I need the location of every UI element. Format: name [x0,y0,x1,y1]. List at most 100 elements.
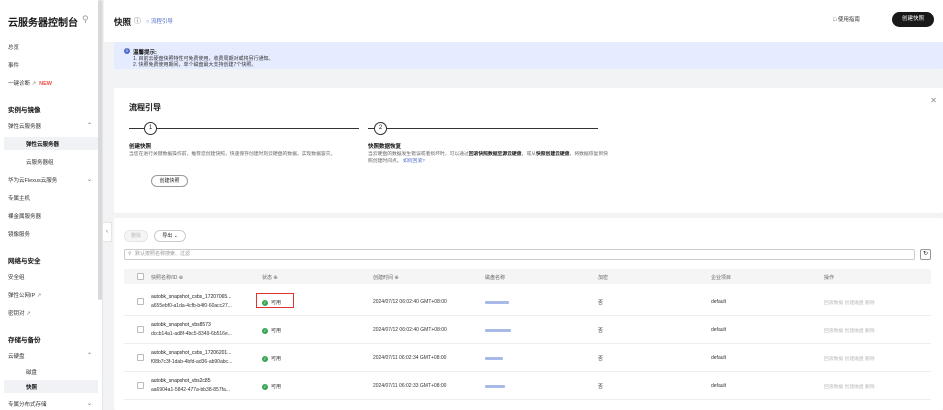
usage-guide-button[interactable]: □ 使用指南 [833,15,860,23]
row-actions[interactable]: 回滚数据 创建磁盘 删除 [824,327,875,334]
guide-create-snapshot-button[interactable]: 创建快照 [151,175,188,187]
step1-title: 创建快照 [129,144,152,150]
chevron-up-icon[interactable]: ⌃ [87,352,92,359]
step-line [129,128,359,129]
sort-icon: ⊕ [394,275,399,281]
guide-title: 流程引导 [129,103,161,112]
rollback-help-link[interactable]: 如何回滚? [403,159,425,164]
snapshot-name[interactable]: autobk_snapshot_vbs8573 [151,322,211,328]
sidebar-item-events[interactable]: 事件 [8,61,19,69]
sidebar-item-snapshot[interactable]: 快照 [26,383,37,391]
column-header-created[interactable]: 创建时间 ⊕ [373,274,399,281]
external-link-icon: ↗ [31,81,37,87]
external-link-icon: ↗ [36,293,42,299]
chevron-down-icon: ⌄ [173,233,178,239]
column-header-status[interactable]: 状态 ⊕ [262,274,278,281]
status-label: 可用 [271,328,282,334]
column-header-ops: 操作 [824,275,835,281]
step2-desc-text: 当云硬盘的数据发生错误或者损坏时，可以通过 [368,152,469,157]
check-icon: ✓ [262,355,268,362]
step-number: 2 [374,122,387,135]
help-icon[interactable]: ⓘ [134,16,141,26]
refresh-icon[interactable]: ↻ [920,249,931,260]
usage-guide-label: 使用指南 [837,17,860,23]
disk-name-link[interactable] [485,357,503,360]
row-checkbox[interactable] [137,326,144,333]
sidebar-item-server-group[interactable]: 云服务器组 [26,158,54,166]
column-header-label: 状态 [262,275,273,281]
sidebar: 云服务器控制台 ⚲ 总览 事件 一键诊断 ↗ NEW 实例与镜像 弹性云服务器 ⌃… [0,0,103,410]
column-header-label: 快照名称/ID [151,275,178,281]
chevron-down-icon[interactable]: ⌄ [87,176,92,183]
external-link-icon: ↗ [26,311,31,317]
disk-name-link[interactable] [485,329,511,332]
row-actions[interactable]: 回滚数据 创建磁盘 删除 [824,383,875,390]
search-icon[interactable]: ⚲ [82,14,92,24]
flow-guide-card: 流程引导 ✕ 1 创建快照 当您在进行关键数据操作前，推荐您创建快照，快速保存创… [114,88,943,213]
sidebar-group-network: 网络与安全 [8,258,41,265]
sidebar-active-bg [4,380,98,393]
column-header-name[interactable]: 快照名称/ID ⊕ [151,274,183,281]
sidebar-item-ecs[interactable]: 弹性云服务器 [8,122,41,130]
select-all-checkbox[interactable] [137,273,144,280]
enterprise-project: default [711,299,727,305]
sidebar-item-dss[interactable]: 专属分布式存储 [8,400,47,408]
row-checkbox[interactable] [137,298,144,305]
console-title: 云服务器控制台 [8,18,78,29]
tip-line: 2. 快照免费使用期间，单个磁盘最大支持创建7个快照。 [133,62,257,68]
row-checkbox[interactable] [137,354,144,361]
export-button[interactable]: 导出 ⌄ [154,230,186,242]
chevron-down-icon[interactable]: ⌄ [87,400,92,407]
sidebar-item-evs[interactable]: 云硬盘 [8,352,25,360]
sidebar-item-ecs-list[interactable]: 弹性云服务器 [26,140,59,148]
sidebar-item-bms[interactable]: 裸金属服务器 [8,212,41,220]
encrypt-value: 否 [598,384,604,390]
snapshot-name[interactable]: autobk_snapshot_csbs_17207065... [151,294,231,300]
sidebar-item-overview[interactable]: 总览 [8,43,19,51]
status-label: 可用 [271,356,282,362]
table-row: autobk_snapshot_csbs_17207065... a655ebf… [124,288,931,316]
collapse-sidebar-icon[interactable]: ‹ [103,222,112,242]
sidebar-group-storage: 存储与备份 [8,337,41,344]
sidebar-item-diagnose[interactable]: 一键诊断 ↗ NEW [8,79,52,87]
close-icon[interactable]: ✕ [930,96,937,105]
table-header: 快照名称/ID ⊕ 状态 ⊕ 创建时间 ⊕ 磁盘名称 加密 企业项目 操作 [124,269,931,284]
encrypt-value: 否 [598,328,604,334]
sidebar-item-eip[interactable]: 弹性公网IP ↗ [8,291,41,299]
sidebar-item-disk[interactable]: 磁盘 [26,368,37,376]
enterprise-project: default [711,383,727,389]
row-actions[interactable]: 回滚数据 创建磁盘 删除 [824,299,875,306]
chevron-up-icon[interactable]: ⌃ [87,122,92,129]
check-icon: ✓ [262,327,268,334]
guide-link[interactable]: ○ 流程引导 [146,17,173,25]
status-badge: ✓ 可用 [262,327,281,334]
row-checkbox[interactable] [137,382,144,389]
delete-button[interactable]: 删除 [124,230,148,242]
created-time: 2024/07/12 06:02:40 GMT+08:00 [373,327,447,333]
encrypt-value: 否 [598,300,604,306]
row-actions[interactable]: 回滚数据 创建磁盘 删除 [824,355,875,362]
sidebar-item-keypair[interactable]: 密钥对 ↗ [8,309,31,317]
status-badge: ✓ 可用 [262,355,281,362]
step2-desc-bold: 回滚快照数据至源云硬盘 [468,152,522,157]
search-placeholder: 默认按照名称搜索、过滤 [135,251,191,257]
check-icon: ✓ [262,383,268,390]
highlight-box [256,293,294,308]
snapshot-id: aa6904a1-5842-477a-bb38-857fa... [151,387,230,393]
create-snapshot-button[interactable]: 创建快照 [892,12,934,27]
status-badge: ✓ 可用 [262,383,281,390]
sidebar-scrollbar[interactable] [98,0,102,300]
snapshot-id: a655ebf0-a1da-4cfb-b4f0-60acc27... [151,303,232,309]
disk-name-link[interactable] [485,301,509,304]
search-icon: ⚲ [128,251,132,257]
sidebar-item-image[interactable]: 镜像服务 [8,230,30,238]
sidebar-item-dedicated-host[interactable]: 专属主机 [8,194,30,202]
search-input[interactable]: ⚲ 默认按照名称搜索、过滤 [124,249,915,260]
snapshot-name[interactable]: autobk_snapshot_csbs_17206201... [151,350,231,356]
snapshot-name[interactable]: autobk_snapshot_vbs2c85 [151,378,211,384]
disk-name-link[interactable] [485,385,505,388]
sidebar-item-flexus[interactable]: 华为云Flexus云服务 [8,176,57,184]
new-badge: NEW [39,81,52,87]
sidebar-item-security-group[interactable]: 安全组 [8,273,25,281]
snapshot-id: f08b7c3f-1dab-4bfd-ad36-ab90abc... [151,359,233,365]
